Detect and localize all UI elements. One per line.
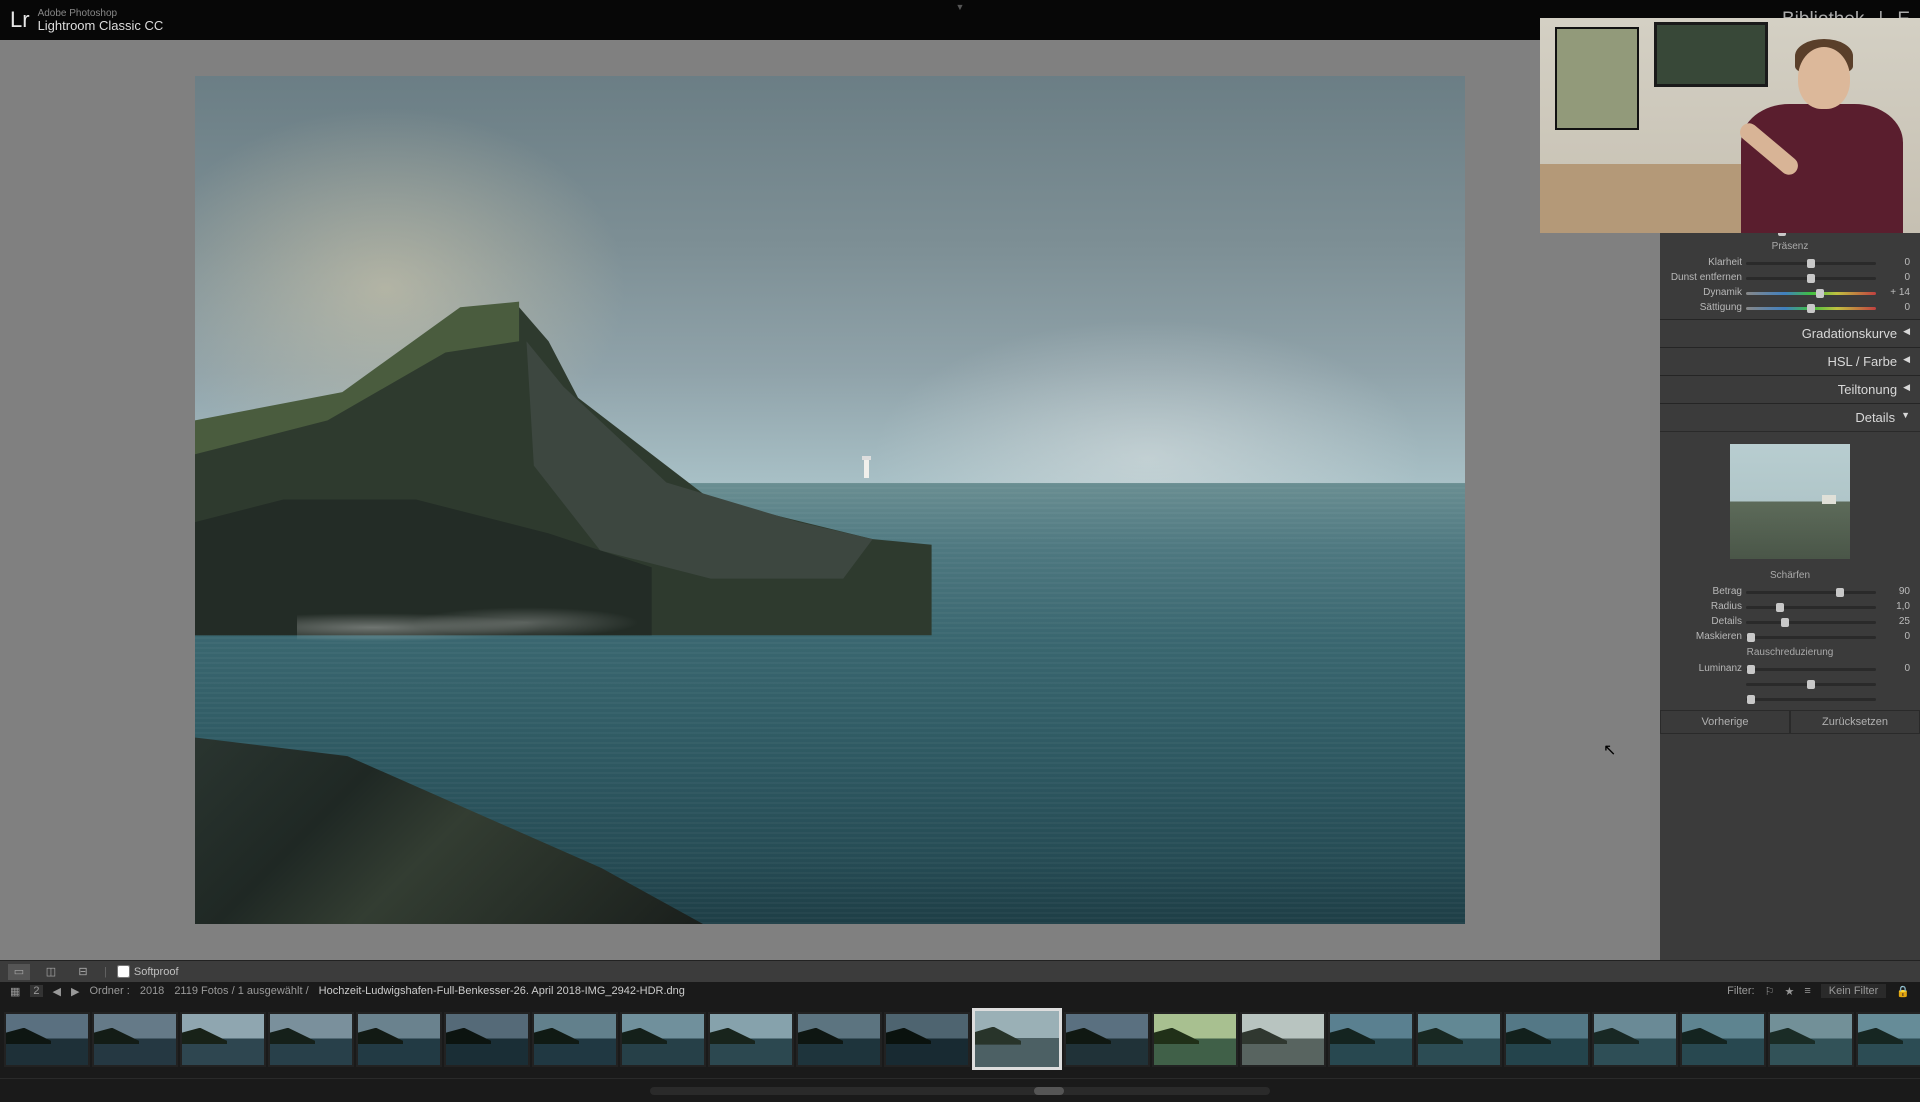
filmstrip-thumb[interactable] [532, 1012, 618, 1067]
cursor-icon: ↖ [1603, 740, 1616, 760]
filename-label: Hochzeit-Ludwigshafen-Full-Benkesser-26.… [319, 985, 685, 997]
filmstrip-thumb[interactable] [1856, 1012, 1920, 1067]
filmstrip-thumb[interactable] [92, 1012, 178, 1067]
clarity-slider[interactable] [1746, 257, 1876, 269]
filmstrip-thumb[interactable] [620, 1012, 706, 1067]
nav-fwd-icon[interactable]: ▶ [71, 985, 79, 998]
split-toning-header[interactable]: Teiltonung◀ [1660, 375, 1920, 403]
softproof-checkbox[interactable]: Softproof [117, 965, 179, 978]
detail-preview[interactable] [1730, 444, 1850, 559]
filmstrip-thumb[interactable] [1768, 1012, 1854, 1067]
filter-lock-icon[interactable]: 🔒 [1896, 985, 1910, 998]
second-window-icon[interactable]: 2 [30, 985, 42, 997]
sharpen-mask-slider[interactable] [1746, 631, 1876, 643]
filter-sort-icon[interactable]: ≡ [1804, 985, 1810, 997]
nr-contrast-slider[interactable] [1746, 693, 1876, 705]
filmstrip-thumb[interactable] [444, 1012, 530, 1067]
filmstrip-thumb[interactable] [1416, 1012, 1502, 1067]
info-strip: ▦ 2 ◀ ▶ Ordner : 2018 2119 Fotos / 1 aus… [0, 982, 1920, 1000]
app-logo: Lr [10, 7, 30, 33]
filmstrip-thumb[interactable] [1680, 1012, 1766, 1067]
vibrance-slider[interactable] [1746, 287, 1876, 299]
filmstrip-thumb[interactable] [180, 1012, 266, 1067]
before-after-lr-icon[interactable]: ◫ [40, 964, 62, 980]
webcam-overlay [1540, 18, 1920, 233]
sharpen-amount-slider[interactable] [1746, 586, 1876, 598]
filmstrip-thumb[interactable] [1152, 1012, 1238, 1067]
app-brand: Adobe Photoshop Lightroom Classic CC [38, 9, 164, 32]
filmstrip-thumb[interactable] [4, 1012, 90, 1067]
hsl-header[interactable]: HSL / Farbe◀ [1660, 347, 1920, 375]
filmstrip-thumb[interactable] [972, 1008, 1062, 1070]
dehaze-slider[interactable] [1746, 272, 1876, 284]
loupe-view[interactable]: ↖ [0, 40, 1660, 960]
before-after-tb-icon[interactable]: ⊟ [72, 964, 94, 980]
loupe-view-icon[interactable]: ▭ [8, 964, 30, 980]
nr-luminance-slider[interactable] [1746, 663, 1876, 675]
top-collapse-icon[interactable]: ▼ [956, 2, 965, 12]
secondary-toolbar: ▭ ◫ ⊟ | Softproof [0, 960, 1920, 982]
filmstrip-thumb[interactable] [1064, 1012, 1150, 1067]
reset-button[interactable]: Zurücksetzen [1790, 710, 1920, 734]
filmstrip-thumb[interactable] [1592, 1012, 1678, 1067]
grid-icon[interactable]: ▦ [10, 985, 20, 998]
details-panel: Schärfen Betrag90 Radius1,0 Details25 Ma… [1660, 431, 1920, 710]
filmstrip-scrollbar[interactable] [650, 1087, 1270, 1095]
filmstrip-thumb[interactable] [708, 1012, 794, 1067]
previous-button[interactable]: Vorherige [1660, 710, 1790, 734]
nr-detail-slider[interactable] [1746, 678, 1876, 690]
main-photo [195, 76, 1465, 924]
filmstrip-thumb[interactable] [1328, 1012, 1414, 1067]
filmstrip-thumb[interactable] [796, 1012, 882, 1067]
saturation-slider[interactable] [1746, 302, 1876, 314]
filter-preset[interactable]: Kein Filter [1821, 984, 1887, 998]
nav-back-icon[interactable]: ◀ [53, 985, 61, 998]
filmstrip[interactable] [0, 1000, 1920, 1078]
filmstrip-thumb[interactable] [1240, 1012, 1326, 1067]
filter-stars-icon[interactable]: ★ [1784, 985, 1794, 998]
filmstrip-thumb[interactable] [268, 1012, 354, 1067]
tone-curve-header[interactable]: Gradationskurve◀ [1660, 319, 1920, 347]
filter-flag-icon[interactable]: ⚐ [1765, 985, 1775, 998]
filmstrip-thumb[interactable] [356, 1012, 442, 1067]
sharpen-radius-slider[interactable] [1746, 601, 1876, 613]
details-header[interactable]: Details▼ [1660, 403, 1920, 431]
filmstrip-thumb[interactable] [1504, 1012, 1590, 1067]
filmstrip-thumb[interactable] [884, 1012, 970, 1067]
bottom-bar [0, 1078, 1920, 1102]
sharpen-detail-slider[interactable] [1746, 616, 1876, 628]
